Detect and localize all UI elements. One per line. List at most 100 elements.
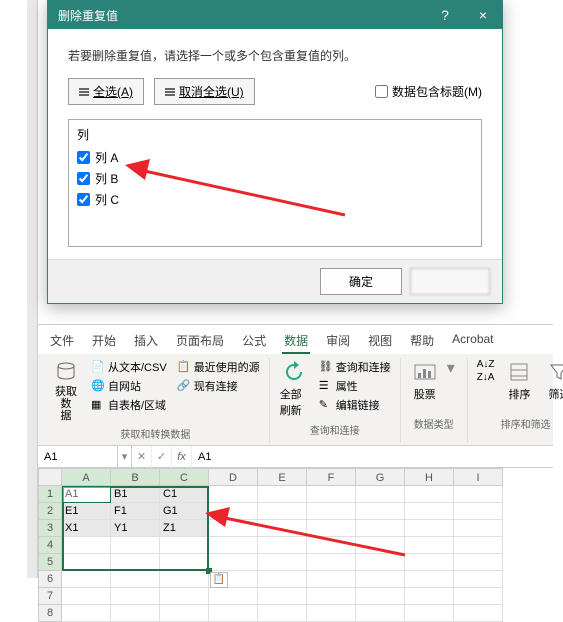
cell[interactable] xyxy=(62,605,111,622)
cell[interactable] xyxy=(62,571,111,588)
dialog-titlebar[interactable]: 删除重复值 ? × xyxy=(48,1,502,29)
cell[interactable] xyxy=(454,588,503,605)
cell[interactable] xyxy=(405,503,454,520)
fx-button[interactable]: fx xyxy=(172,446,192,468)
ribbon-tab[interactable]: 帮助 xyxy=(408,329,436,354)
cell[interactable] xyxy=(454,486,503,503)
cell[interactable] xyxy=(405,554,454,571)
filter-button[interactable]: 筛选 xyxy=(541,358,563,404)
row-header[interactable]: 6 xyxy=(38,571,62,588)
cell[interactable] xyxy=(454,520,503,537)
cell[interactable] xyxy=(160,571,209,588)
ribbon-tab[interactable]: 文件 xyxy=(48,329,76,354)
column-checkbox[interactable] xyxy=(77,151,90,164)
cell[interactable] xyxy=(258,520,307,537)
cell[interactable] xyxy=(405,486,454,503)
cell[interactable] xyxy=(454,554,503,571)
row-header[interactable]: 8 xyxy=(38,605,62,622)
cell[interactable] xyxy=(209,486,258,503)
row-header[interactable]: 7 xyxy=(38,588,62,605)
from-table-button[interactable]: ▦自表格/区域 xyxy=(88,396,170,414)
header-checkbox-wrap[interactable]: 数据包含标题(M) xyxy=(375,83,482,100)
column-header[interactable]: E xyxy=(258,468,307,486)
paste-options-icon[interactable]: 📋 xyxy=(210,572,228,588)
row-header[interactable]: 2 xyxy=(38,503,62,520)
column-item[interactable]: 列 B xyxy=(77,168,473,189)
ribbon-tab[interactable]: 开始 xyxy=(90,329,118,354)
cell[interactable] xyxy=(258,503,307,520)
name-box-dropdown[interactable]: ▾ xyxy=(118,446,132,467)
cell[interactable] xyxy=(111,571,160,588)
row-header[interactable]: 4 xyxy=(38,537,62,554)
ribbon-tab[interactable]: 公式 xyxy=(240,329,268,354)
row-header[interactable]: 5 xyxy=(38,554,62,571)
name-box[interactable]: A1 xyxy=(38,446,118,467)
cell[interactable] xyxy=(111,605,160,622)
sort-button[interactable]: 排序 xyxy=(501,358,537,404)
column-checkbox[interactable] xyxy=(77,193,90,206)
cell[interactable]: F1 xyxy=(111,503,160,520)
cell[interactable] xyxy=(307,486,356,503)
cell[interactable] xyxy=(209,605,258,622)
cell[interactable] xyxy=(356,554,405,571)
column-header[interactable]: I xyxy=(454,468,503,486)
cell[interactable] xyxy=(405,588,454,605)
cell[interactable] xyxy=(62,588,111,605)
column-header[interactable]: B xyxy=(111,468,160,486)
cell[interactable] xyxy=(454,605,503,622)
column-header[interactable]: A xyxy=(62,468,111,486)
cell[interactable] xyxy=(307,571,356,588)
queries-button[interactable]: ⛓查询和连接 xyxy=(316,358,394,376)
accept-formula-button[interactable]: ✓ xyxy=(152,446,172,468)
sort-za-button[interactable]: Z↓A xyxy=(474,371,498,384)
cell[interactable] xyxy=(62,537,111,554)
cell[interactable] xyxy=(209,588,258,605)
cell[interactable] xyxy=(307,520,356,537)
cell[interactable] xyxy=(258,571,307,588)
header-checkbox[interactable] xyxy=(375,85,388,98)
cell[interactable] xyxy=(356,588,405,605)
stocks-button[interactable]: 股票 xyxy=(407,358,443,404)
cell[interactable]: G1 xyxy=(160,503,209,520)
ribbon-tab[interactable]: Acrobat xyxy=(450,329,495,354)
deselect-all-button[interactable]: 取消全选(U) xyxy=(154,78,255,105)
cell[interactable] xyxy=(209,503,258,520)
cancel-button[interactable] xyxy=(410,268,490,295)
edit-links-button[interactable]: ✎编辑链接 xyxy=(316,396,394,414)
get-data-button[interactable]: 获取数 据 xyxy=(48,358,84,424)
sort-az-button[interactable]: A↓Z xyxy=(474,358,498,371)
cell[interactable]: Z1 xyxy=(160,520,209,537)
cell[interactable] xyxy=(307,588,356,605)
cell[interactable] xyxy=(405,537,454,554)
cell[interactable] xyxy=(307,554,356,571)
cell[interactable] xyxy=(356,486,405,503)
cell[interactable]: X1 xyxy=(62,520,111,537)
cell[interactable] xyxy=(160,605,209,622)
column-item[interactable]: 列 C xyxy=(77,189,473,210)
help-button[interactable]: ? xyxy=(426,1,464,29)
refresh-all-button[interactable]: 全部刷新 xyxy=(276,358,312,420)
column-header[interactable]: F xyxy=(307,468,356,486)
existing-conn-button[interactable]: 🔗现有连接 xyxy=(174,377,263,395)
cell[interactable] xyxy=(209,537,258,554)
recent-sources-button[interactable]: 📋最近使用的源 xyxy=(174,358,263,376)
ribbon-tab[interactable]: 页面布局 xyxy=(174,329,226,354)
cell[interactable]: E1 xyxy=(62,503,111,520)
cell[interactable] xyxy=(356,537,405,554)
ribbon-tab[interactable]: 审阅 xyxy=(324,329,352,354)
cell[interactable] xyxy=(111,588,160,605)
ribbon-tab[interactable]: 插入 xyxy=(132,329,160,354)
cell[interactable] xyxy=(111,554,160,571)
cell[interactable] xyxy=(258,554,307,571)
cell[interactable] xyxy=(258,486,307,503)
cell[interactable] xyxy=(356,605,405,622)
cell[interactable] xyxy=(454,503,503,520)
cell[interactable] xyxy=(356,503,405,520)
cell[interactable] xyxy=(160,537,209,554)
ribbon-tab[interactable]: 视图 xyxy=(366,329,394,354)
spreadsheet[interactable]: ABCDEFGHI 1A1B1C12E1F1G13X1Y1Z145678 📋 xyxy=(38,468,553,622)
cancel-formula-button[interactable]: ✕ xyxy=(132,446,152,468)
cell[interactable] xyxy=(258,537,307,554)
select-all-corner[interactable] xyxy=(38,468,62,486)
cell[interactable] xyxy=(405,520,454,537)
